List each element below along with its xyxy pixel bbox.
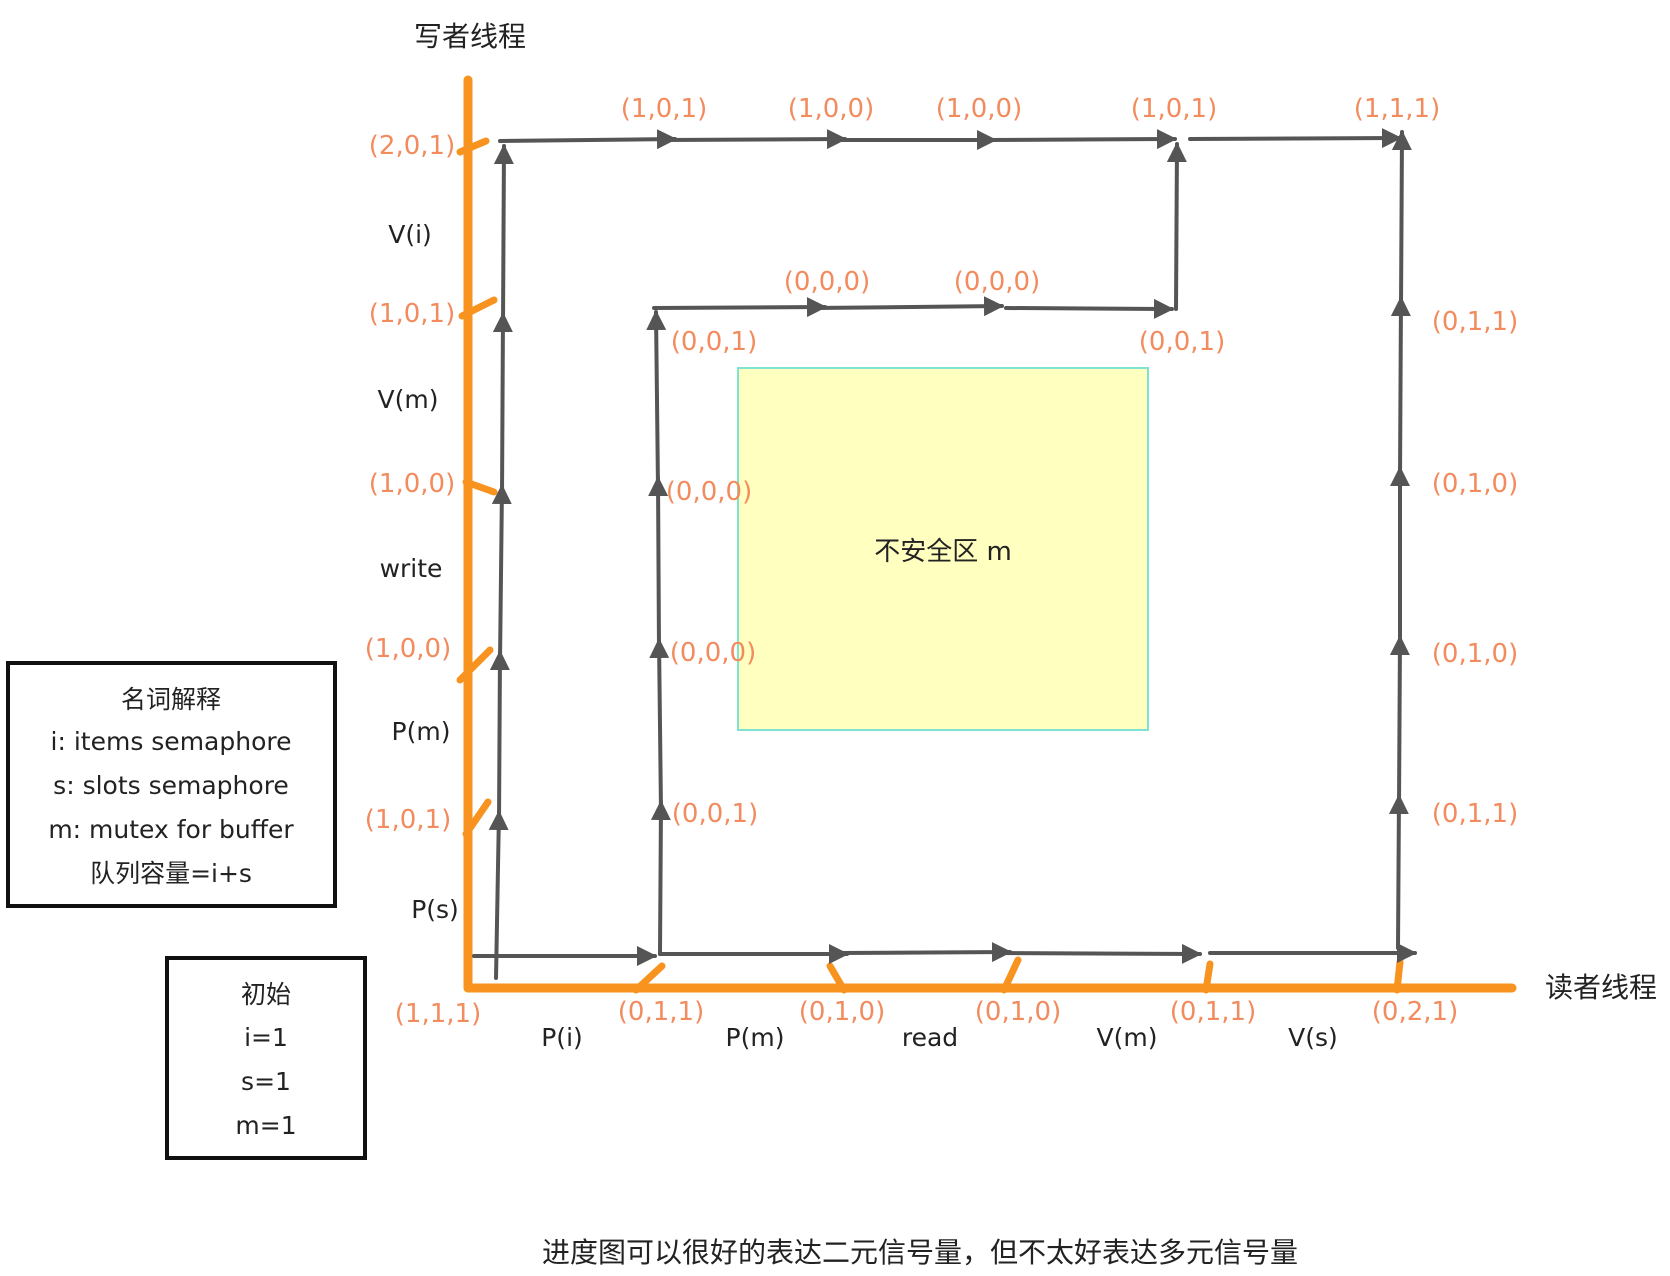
path-arrow	[1388, 794, 1409, 950]
path-arrow	[493, 144, 514, 326]
path-arrow	[649, 638, 670, 814]
writer-op-label: P(m)	[392, 717, 451, 746]
initial-line: m=1	[235, 1111, 296, 1140]
glossary-line: i: items semaphore	[51, 727, 292, 756]
path-arrow	[835, 942, 1012, 963]
reader-tick	[1202, 960, 1214, 994]
path-arrow	[646, 310, 667, 490]
reader-op-label: P(i)	[541, 1023, 583, 1052]
path-state: (1,0,0)	[936, 94, 1022, 124]
path-state: (0,1,1)	[1432, 307, 1518, 337]
initial-title: 初始	[241, 980, 291, 1009]
path-arrow	[663, 129, 847, 150]
caption: 进度图可以很好的表达二元信号量，但不太好表达多元信号量	[542, 1236, 1298, 1269]
reader-axis-state: (0,1,0)	[799, 997, 885, 1027]
initial-box: 初始 i=1 s=1 m=1	[165, 956, 367, 1160]
path-arrow	[498, 129, 677, 150]
reader-tick	[1393, 958, 1404, 994]
unsafe-zone-label: 不安全区 m	[874, 537, 1012, 567]
path-arrow	[998, 943, 1202, 964]
path-arrow	[813, 296, 1004, 317]
reader-axis-title: 读者线程	[1545, 971, 1657, 1004]
path-arrow	[1389, 635, 1410, 808]
path-state: (0,1,0)	[1432, 469, 1518, 499]
path-state: (0,0,1)	[671, 327, 757, 357]
glossary-line: m: mutex for buffer	[48, 815, 294, 844]
path-state: (0,0,0)	[784, 267, 870, 297]
path-state: (0,0,1)	[672, 799, 758, 829]
reader-op-label: P(m)	[726, 1023, 785, 1052]
path-arrow	[491, 484, 512, 664]
path-state: (1,1,1)	[1354, 94, 1440, 124]
path-arrow	[1166, 142, 1187, 311]
path-state: (0,0,0)	[954, 267, 1040, 297]
path-arrow	[652, 297, 827, 318]
path-state: (0,1,1)	[1432, 799, 1518, 829]
initial-line: s=1	[241, 1067, 291, 1096]
path-state: (1,0,0)	[788, 94, 874, 124]
path-arrow	[1004, 298, 1174, 319]
path-arrow	[489, 650, 510, 824]
path-arrow	[488, 810, 509, 980]
writer-op-label: V(m)	[378, 385, 439, 414]
writer-axis-state: (1,0,1)	[369, 299, 455, 329]
path-arrow	[983, 129, 1177, 150]
path-state: (0,0,1)	[1139, 327, 1225, 357]
writer-axis-state: (1,0,0)	[365, 634, 451, 664]
path-arrow	[1188, 128, 1402, 149]
reader-axis-state: (0,1,1)	[618, 997, 704, 1027]
reader-op-label: V(s)	[1288, 1023, 1338, 1052]
path-state: (0,0,0)	[666, 477, 752, 507]
path-state: (0,1,0)	[1432, 639, 1518, 669]
path-arrow	[648, 476, 669, 652]
reader-op-label: read	[902, 1023, 958, 1052]
path-state: (1,0,1)	[621, 94, 707, 124]
path-arrow	[492, 312, 513, 498]
path-arrow	[1390, 296, 1411, 480]
writer-axis-state: (1,0,0)	[369, 469, 455, 499]
glossary-title: 名词解释	[121, 685, 221, 714]
path-arrow	[650, 800, 671, 956]
path-state: (0,0,0)	[670, 638, 756, 668]
reader-axis-state: (0,1,0)	[975, 997, 1061, 1027]
path-state: (1,0,1)	[1131, 94, 1217, 124]
writer-op-label: P(s)	[411, 895, 459, 924]
writer-op-label: V(i)	[388, 220, 432, 249]
reader-axis-state: (0,2,1)	[1372, 997, 1458, 1027]
reader-axis-state: (1,1,1)	[395, 999, 481, 1029]
glossary-line: s: slots semaphore	[53, 771, 289, 800]
initial-line: i=1	[244, 1023, 288, 1052]
writer-axis-title: 写者线程	[414, 20, 526, 53]
writer-op-label: write	[380, 554, 443, 583]
glossary-box: 名词解释 i: items semaphore s: slots semapho…	[6, 661, 337, 908]
path-arrow	[1391, 130, 1412, 310]
progress-diagram: 不安全区 m 写者线程 读者线程 P(s) P(m) write V(m) V(…	[6, 20, 1657, 1269]
writer-axis-state: (2,0,1)	[369, 131, 455, 161]
reader-axis-state: (0,1,1)	[1170, 997, 1256, 1027]
reader-op-label: V(m)	[1097, 1023, 1158, 1052]
glossary-line: 队列容量=i+s	[90, 859, 252, 888]
writer-axis-state: (1,0,1)	[365, 805, 451, 835]
